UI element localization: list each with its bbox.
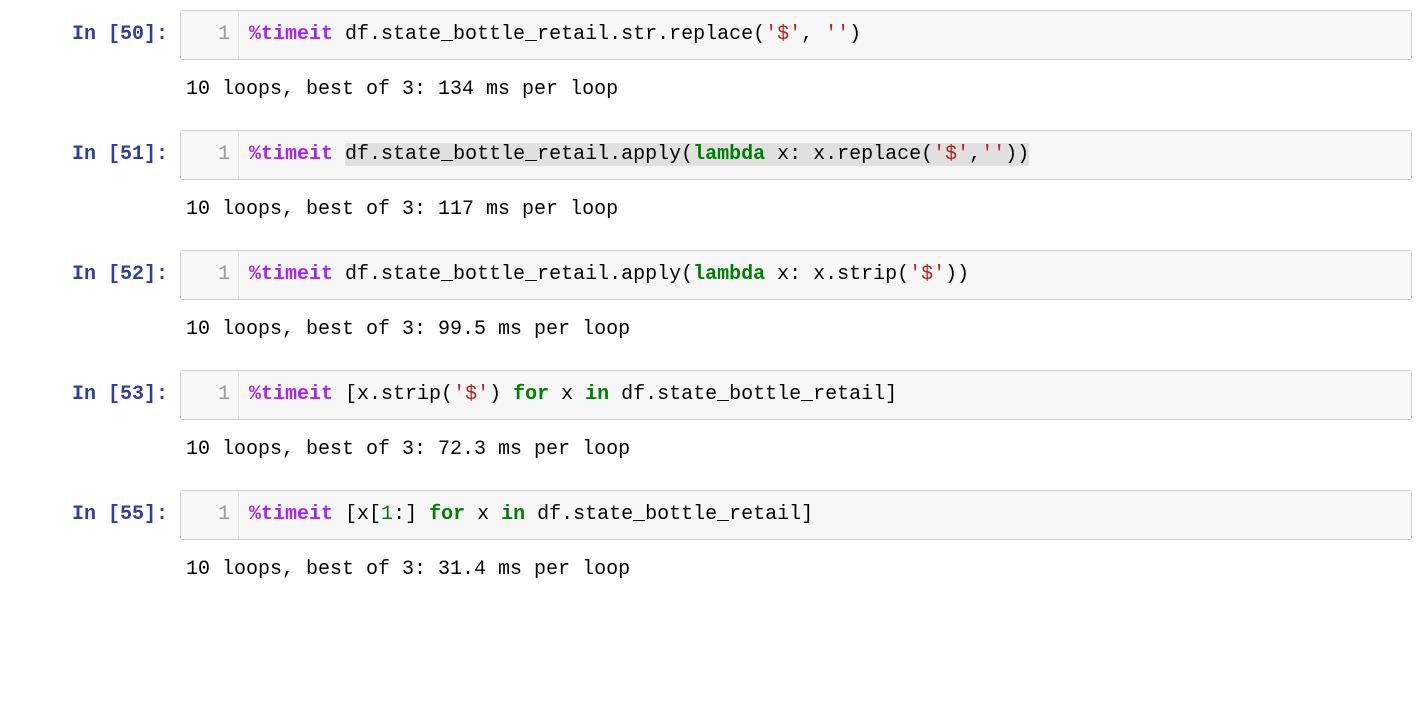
line-number-gutter: 1 bbox=[181, 491, 239, 539]
notebook-cell: In [50]:1%timeit df.state_bottle_retail.… bbox=[8, 10, 1412, 108]
cell-output-row: 10 loops, best of 3: 72.3 ms per loop bbox=[8, 432, 1412, 468]
code-token: x bbox=[465, 503, 501, 526]
input-prompt[interactable]: In [53]: bbox=[8, 370, 180, 408]
cell-output-row: 10 loops, best of 3: 31.4 ms per loop bbox=[8, 552, 1412, 588]
code-token: df.state_bottle_retail] bbox=[609, 383, 897, 406]
cell-output-row: 10 loops, best of 3: 99.5 ms per loop bbox=[8, 312, 1412, 348]
code-token: % bbox=[249, 503, 261, 526]
code-token: df.state_bottle_retail.str.replace( bbox=[333, 23, 765, 46]
code-token: df.state_bottle_retail.apply( bbox=[345, 143, 693, 166]
code-token: timeit bbox=[261, 383, 333, 406]
input-prompt[interactable]: In [52]: bbox=[8, 250, 180, 288]
notebook-cell: In [51]:1%timeit df.state_bottle_retail.… bbox=[8, 130, 1412, 228]
cell-input-row: In [53]:1%timeit [x.strip('$') for x in … bbox=[8, 370, 1412, 420]
output-prompt-spacer bbox=[8, 552, 180, 556]
code-token: '$' bbox=[933, 143, 969, 166]
code-token: % bbox=[249, 383, 261, 406]
notebook-cell: In [55]:1%timeit [x[1:] for x in df.stat… bbox=[8, 490, 1412, 588]
code-token: [x[ bbox=[333, 503, 381, 526]
output-text: 10 loops, best of 3: 31.4 ms per loop bbox=[180, 552, 1412, 588]
code-token: timeit bbox=[261, 143, 333, 166]
code-input-area[interactable]: 1%timeit df.state_bottle_retail.apply(la… bbox=[180, 130, 1412, 180]
code-token: '$' bbox=[453, 383, 489, 406]
output-prompt-spacer bbox=[8, 192, 180, 196]
code-token: x: x.replace( bbox=[765, 143, 933, 166]
output-text: 10 loops, best of 3: 134 ms per loop bbox=[180, 72, 1412, 108]
code-line[interactable]: %timeit [x.strip('$') for x in df.state_… bbox=[239, 371, 1411, 419]
notebook-cell: In [52]:1%timeit df.state_bottle_retail.… bbox=[8, 250, 1412, 348]
code-token: x bbox=[549, 383, 585, 406]
code-token: timeit bbox=[261, 503, 333, 526]
code-line[interactable]: %timeit df.state_bottle_retail.apply(lam… bbox=[239, 251, 1411, 299]
code-token: for bbox=[513, 383, 549, 406]
code-token: ) bbox=[489, 383, 513, 406]
code-token: [x.strip( bbox=[333, 383, 453, 406]
input-prompt[interactable]: In [50]: bbox=[8, 10, 180, 48]
cell-output-row: 10 loops, best of 3: 117 ms per loop bbox=[8, 192, 1412, 228]
cell-input-row: In [55]:1%timeit [x[1:] for x in df.stat… bbox=[8, 490, 1412, 540]
output-text: 10 loops, best of 3: 72.3 ms per loop bbox=[180, 432, 1412, 468]
line-number-gutter: 1 bbox=[181, 371, 239, 419]
code-input-area[interactable]: 1%timeit [x.strip('$') for x in df.state… bbox=[180, 370, 1412, 420]
code-token: lambda bbox=[693, 263, 765, 286]
code-token: df.state_bottle_retail.apply( bbox=[333, 263, 693, 286]
line-number-gutter: 1 bbox=[181, 11, 239, 59]
code-token bbox=[333, 143, 345, 166]
code-token: ) bbox=[849, 23, 861, 46]
input-prompt[interactable]: In [51]: bbox=[8, 130, 180, 168]
code-input-area[interactable]: 1%timeit df.state_bottle_retail.apply(la… bbox=[180, 250, 1412, 300]
code-line[interactable]: %timeit [x[1:] for x in df.state_bottle_… bbox=[239, 491, 1411, 539]
code-token: )) bbox=[945, 263, 969, 286]
code-input-area[interactable]: 1%timeit [x[1:] for x in df.state_bottle… bbox=[180, 490, 1412, 540]
code-token: lambda bbox=[693, 143, 765, 166]
output-prompt-spacer bbox=[8, 432, 180, 436]
code-token: % bbox=[249, 263, 261, 286]
code-token: for bbox=[429, 503, 465, 526]
cell-input-row: In [52]:1%timeit df.state_bottle_retail.… bbox=[8, 250, 1412, 300]
cell-input-row: In [50]:1%timeit df.state_bottle_retail.… bbox=[8, 10, 1412, 60]
code-token: :] bbox=[393, 503, 429, 526]
code-token: '$' bbox=[909, 263, 945, 286]
code-line[interactable]: %timeit df.state_bottle_retail.apply(lam… bbox=[239, 131, 1411, 179]
code-input-area[interactable]: 1%timeit df.state_bottle_retail.str.repl… bbox=[180, 10, 1412, 60]
code-token: 1 bbox=[381, 503, 393, 526]
cell-input-row: In [51]:1%timeit df.state_bottle_retail.… bbox=[8, 130, 1412, 180]
line-number-gutter: 1 bbox=[181, 251, 239, 299]
output-prompt-spacer bbox=[8, 312, 180, 316]
code-token: % bbox=[249, 143, 261, 166]
code-token: x: x.strip( bbox=[765, 263, 909, 286]
code-token: % bbox=[249, 23, 261, 46]
input-prompt[interactable]: In [55]: bbox=[8, 490, 180, 528]
code-token: '$' bbox=[765, 23, 801, 46]
code-token: df.state_bottle_retail] bbox=[525, 503, 813, 526]
code-token: , bbox=[801, 23, 825, 46]
code-line[interactable]: %timeit df.state_bottle_retail.str.repla… bbox=[239, 11, 1411, 59]
code-token: timeit bbox=[261, 263, 333, 286]
code-token: '' bbox=[825, 23, 849, 46]
code-token: , bbox=[969, 143, 981, 166]
notebook-container: In [50]:1%timeit df.state_bottle_retail.… bbox=[8, 10, 1412, 588]
output-prompt-spacer bbox=[8, 72, 180, 76]
line-number-gutter: 1 bbox=[181, 131, 239, 179]
output-text: 10 loops, best of 3: 99.5 ms per loop bbox=[180, 312, 1412, 348]
code-token: in bbox=[501, 503, 525, 526]
code-token: timeit bbox=[261, 23, 333, 46]
output-text: 10 loops, best of 3: 117 ms per loop bbox=[180, 192, 1412, 228]
cell-output-row: 10 loops, best of 3: 134 ms per loop bbox=[8, 72, 1412, 108]
code-token: '' bbox=[981, 143, 1005, 166]
notebook-cell: In [53]:1%timeit [x.strip('$') for x in … bbox=[8, 370, 1412, 468]
code-token: in bbox=[585, 383, 609, 406]
code-token: )) bbox=[1005, 143, 1029, 166]
